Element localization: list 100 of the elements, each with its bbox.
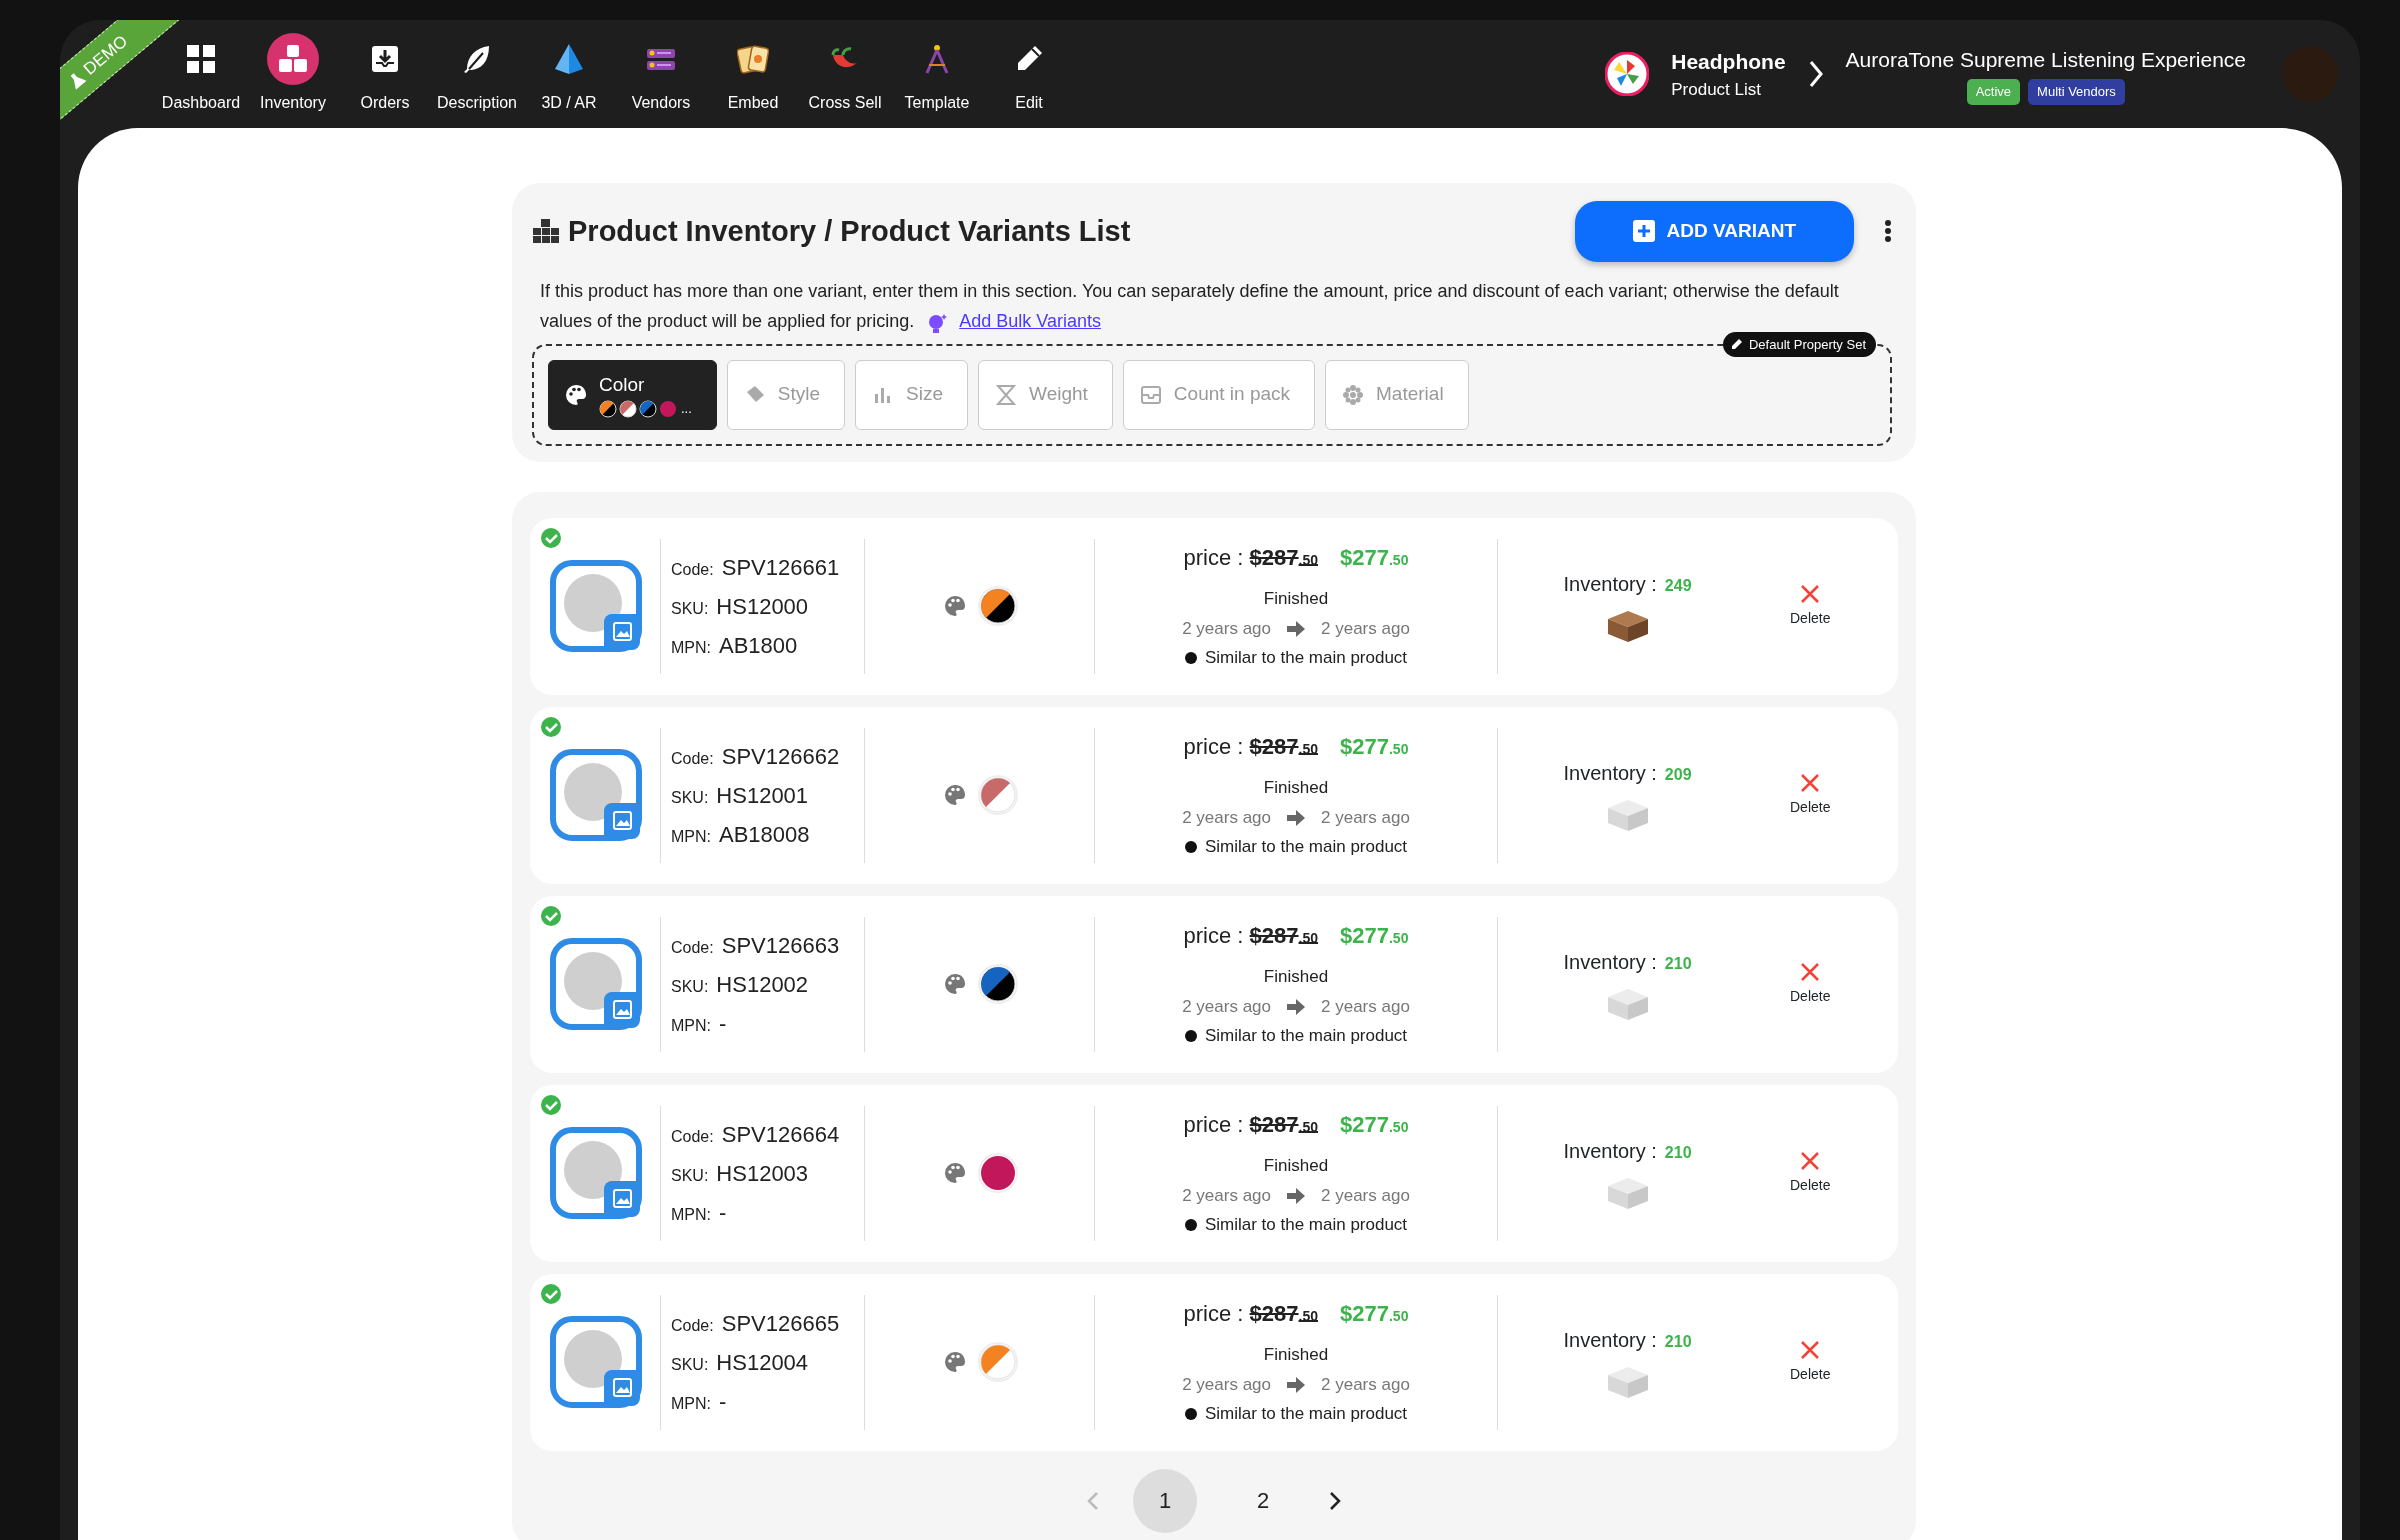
field-label: SKU: <box>671 1165 709 1186</box>
add-variant-button[interactable]: ADD VARIANT <box>1574 201 1854 262</box>
color-swatch-icon <box>599 399 617 418</box>
nav-item[interactable]: Description <box>431 33 523 115</box>
field-value: HS12003 <box>716 1159 809 1188</box>
image-icon <box>604 803 640 839</box>
inventory-label: Inventory : <box>1563 1328 1657 1353</box>
note-text: Similar to the main product <box>1204 1025 1408 1048</box>
field-label: MPN: <box>671 826 711 847</box>
status-text: Finished <box>1263 777 1329 800</box>
hierarchy-icon <box>532 218 560 245</box>
delete-button[interactable]: Delete <box>1781 1145 1840 1201</box>
nav-item[interactable]: Edit <box>983 33 1075 115</box>
date-text: 2 years ago <box>1182 617 1271 640</box>
nav-item[interactable]: Embed <box>707 33 799 115</box>
color-swatch-icon <box>639 399 657 418</box>
page-button[interactable]: 1 <box>1133 1468 1197 1533</box>
close-icon <box>1800 772 1821 793</box>
dot-icon <box>1184 1030 1197 1042</box>
product-thumbnail[interactable] <box>550 1316 642 1408</box>
inventory-label: Inventory : <box>1563 950 1657 975</box>
field-label: SKU: <box>671 787 709 808</box>
inbox-icon <box>369 43 401 75</box>
delete-button[interactable]: Delete <box>1781 956 1840 1012</box>
field-value: SPV126662 <box>721 742 840 771</box>
more-text: ... <box>681 402 692 416</box>
date-text: 2 years ago <box>1182 806 1271 829</box>
image-icon <box>604 614 640 650</box>
delete-button[interactable]: Delete <box>1781 1334 1840 1390</box>
inventory-count: 210 <box>1664 954 1692 974</box>
date-text: 2 years ago <box>1182 1373 1271 1396</box>
field-label: SKU: <box>671 976 709 997</box>
field-value: HS12002 <box>716 970 809 999</box>
dot-icon <box>1184 841 1197 853</box>
color-swatch-icon <box>659 399 677 418</box>
inventory-count: 209 <box>1664 765 1692 785</box>
price-text: price : $287.50 $277.50 <box>1183 544 1409 573</box>
chevron-right-icon <box>1807 60 1824 88</box>
note-text: Similar to the main product <box>1204 647 1408 670</box>
pencil-icon <box>1730 338 1743 351</box>
product-thumbnail[interactable] <box>550 1127 642 1219</box>
pinwheel-logo-icon <box>1605 52 1650 96</box>
field-label: MPN: <box>671 1204 711 1225</box>
delete-button[interactable]: Delete <box>1781 578 1840 634</box>
arrow-right-icon <box>1287 1376 1305 1393</box>
date-text: 2 years ago <box>1321 1373 1410 1396</box>
nav-item[interactable]: Inventory <box>247 33 339 115</box>
field-value: - <box>719 1198 727 1227</box>
image-icon <box>604 1370 640 1406</box>
price-text: price : $287.50 $277.50 <box>1183 733 1409 762</box>
field-label: Code: <box>671 559 714 580</box>
tray-icon <box>1139 383 1162 406</box>
nav-item[interactable]: Vendors <box>615 33 707 115</box>
field-label: MPN: <box>671 1393 711 1414</box>
page-button[interactable]: 2 <box>1231 1468 1295 1533</box>
category-title: Headphone <box>1671 48 1786 75</box>
palette-icon <box>943 1351 966 1373</box>
arrow-right-icon <box>1287 620 1305 637</box>
color-swatch-icon <box>979 1155 1016 1191</box>
delete-button[interactable]: Delete <box>1781 767 1840 823</box>
product-thumbnail[interactable] <box>550 938 642 1030</box>
field-label: SKU: <box>671 598 709 619</box>
property-label: Color <box>599 373 645 398</box>
product-thumbnail[interactable] <box>550 560 642 652</box>
nav-item[interactable]: Template <box>891 33 983 115</box>
date-text: 2 years ago <box>1321 806 1410 829</box>
note-text: Similar to the main product <box>1204 1214 1408 1237</box>
arrow-right-icon <box>1287 998 1305 1015</box>
category-subtitle: Product List <box>1671 79 1762 101</box>
status-badge: Multi Vendors <box>2028 79 2125 105</box>
color-swatch-icon <box>619 399 637 418</box>
image-icon <box>604 1181 640 1217</box>
palette-icon <box>565 383 587 406</box>
boxes-icon <box>277 43 309 75</box>
field-value: AB1800 <box>719 631 798 660</box>
status-text: Finished <box>1263 588 1329 611</box>
pyramid-icon <box>553 43 585 75</box>
arrow-right-icon <box>1287 809 1305 826</box>
add-bulk-variants-link[interactable]: Add Bulk Variants <box>959 310 1101 331</box>
field-value: AB18008 <box>719 820 810 849</box>
nav-item[interactable]: Cross Sell <box>799 33 891 115</box>
nav-item[interactable]: 3D / AR <box>523 33 615 115</box>
color-swatch-icon <box>979 966 1016 1002</box>
field-value: - <box>719 1009 727 1038</box>
property-tab[interactable]: Color ... <box>548 359 717 430</box>
price-text: price : $287.50 $277.50 <box>1183 1111 1409 1140</box>
arrow-right-icon <box>1287 1187 1305 1204</box>
chevron-right-icon[interactable] <box>1329 1490 1341 1511</box>
color-swatch-icon <box>979 1344 1016 1380</box>
more-vertical-icon[interactable] <box>1884 219 1892 244</box>
field-value: SPV126664 <box>721 1120 840 1149</box>
date-text: 2 years ago <box>1321 995 1410 1018</box>
nav-item[interactable]: Dashboard <box>155 33 247 115</box>
nav-item[interactable]: Orders <box>339 33 431 115</box>
product-thumbnail[interactable] <box>550 749 642 841</box>
field-value: SPV126661 <box>721 553 840 582</box>
grid-icon <box>185 43 217 75</box>
field-label: SKU: <box>671 1354 709 1375</box>
status-text: Finished <box>1263 966 1329 989</box>
default-property-set-tag: Default Property Set <box>1722 331 1876 357</box>
